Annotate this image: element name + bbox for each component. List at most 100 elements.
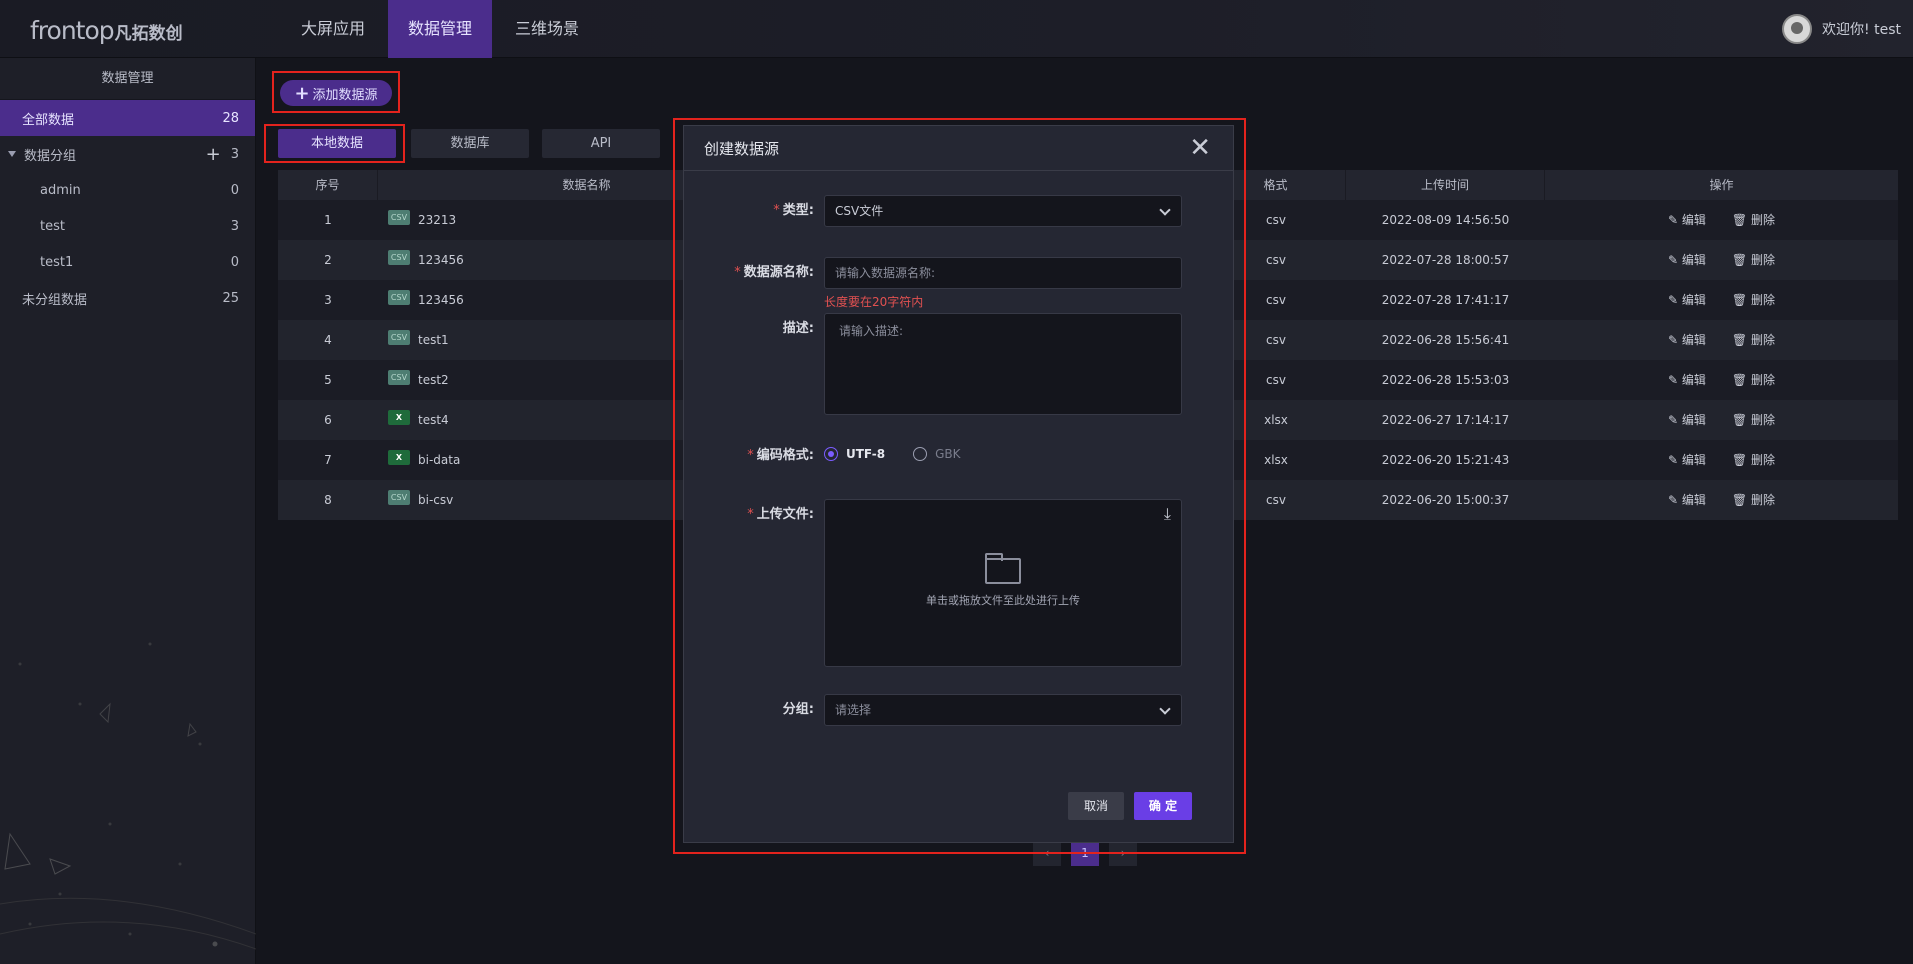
col-ops: 操作 bbox=[1709, 178, 1734, 192]
sidebar-item-count: 28 bbox=[222, 110, 239, 126]
type-value: CSV文件 bbox=[835, 204, 884, 218]
chevron-down-icon bbox=[1159, 703, 1171, 715]
row-number: 8 bbox=[324, 493, 332, 507]
radio-label: GBK bbox=[935, 446, 961, 461]
trash-icon: 🗑 bbox=[1731, 213, 1748, 227]
upload-label: * 上传文件: bbox=[747, 507, 814, 522]
add-group-icon[interactable]: + bbox=[206, 144, 221, 165]
delete-button[interactable]: 🗑 删除 bbox=[1732, 360, 1775, 400]
row-number: 2 bbox=[324, 253, 332, 267]
cancel-button[interactable]: 取消 bbox=[1068, 792, 1124, 820]
row-time: 2022-08-09 14:56:50 bbox=[1381, 213, 1510, 227]
tab-api[interactable]: API bbox=[542, 129, 660, 158]
sidebar-item-test1[interactable]: test1 0 bbox=[0, 244, 255, 280]
csv-file-icon: CSV bbox=[388, 209, 410, 225]
chevron-down-icon bbox=[1159, 204, 1171, 216]
edit-button[interactable]: ✎ 编辑 bbox=[1668, 280, 1706, 320]
pencil-icon: ✎ bbox=[1668, 293, 1679, 307]
delete-button[interactable]: 🗑 删除 bbox=[1732, 400, 1775, 440]
confirm-button[interactable]: 确 定 bbox=[1134, 792, 1192, 820]
add-datasource-highlight: + 添加数据源 bbox=[272, 71, 400, 113]
nav-data-management[interactable]: 数据管理 bbox=[388, 0, 493, 58]
group-label: 分组: bbox=[782, 702, 814, 717]
trash-icon: 🗑 bbox=[1731, 413, 1748, 427]
edit-button[interactable]: ✎ 编辑 bbox=[1668, 440, 1706, 480]
download-icon[interactable]: ⤓ bbox=[1164, 504, 1171, 524]
avatar[interactable] bbox=[1782, 14, 1813, 44]
type-select[interactable]: CSV文件 bbox=[824, 195, 1182, 227]
row-number: 7 bbox=[324, 453, 332, 467]
row-time: 2022-06-28 15:53:03 bbox=[1381, 373, 1510, 387]
delete-button[interactable]: 🗑 删除 bbox=[1732, 440, 1775, 480]
description-textarea[interactable]: 请输入描述: bbox=[824, 313, 1182, 415]
sidebar-item-test[interactable]: test 3 bbox=[0, 208, 255, 244]
delete-button[interactable]: 🗑 删除 bbox=[1732, 200, 1775, 240]
encoding-gbk-radio[interactable]: GBK bbox=[913, 446, 961, 461]
delete-button[interactable]: 🗑 删除 bbox=[1732, 280, 1775, 320]
pencil-icon: ✎ bbox=[1668, 213, 1679, 227]
csv-file-icon: CSV bbox=[388, 369, 410, 385]
delete-button[interactable]: 🗑 删除 bbox=[1732, 480, 1775, 520]
tab-database[interactable]: 数据库 bbox=[411, 129, 529, 158]
name-error-text: 长度要在20字符内 bbox=[824, 295, 924, 309]
name-row: * 数据源名称: 请输入数据源名称: 长度要在20字符内 bbox=[684, 257, 1182, 310]
sidebar-item-label: 全部数据 bbox=[22, 112, 75, 128]
edit-button[interactable]: ✎ 编辑 bbox=[1668, 320, 1706, 360]
radio-selected-icon bbox=[824, 446, 838, 461]
trash-icon: 🗑 bbox=[1731, 493, 1748, 507]
dialog-title: 创建数据源 bbox=[704, 139, 780, 158]
desc-row: 描述: 请输入描述: bbox=[684, 313, 1182, 415]
csv-file-icon: CSV bbox=[388, 249, 410, 265]
row-number: 4 bbox=[324, 333, 332, 347]
row-name: 23213 bbox=[418, 213, 457, 227]
sidebar-item-count: 3 bbox=[230, 218, 239, 234]
group-select[interactable]: 请选择 bbox=[824, 694, 1182, 726]
sidebar-item-label: admin bbox=[40, 182, 81, 198]
row-number: 1 bbox=[324, 213, 332, 227]
excel-file-icon: X bbox=[388, 409, 410, 425]
row-time: 2022-06-28 15:56:41 bbox=[1381, 333, 1510, 347]
user-menu[interactable]: 欢迎你! test bbox=[1782, 14, 1901, 44]
row-time: 2022-07-28 17:41:17 bbox=[1381, 293, 1510, 307]
nav-3d-scene[interactable]: 三维场景 bbox=[500, 0, 594, 58]
encoding-row: * 编码格式: UTF-8 GBK bbox=[684, 444, 989, 463]
sidebar-item-all[interactable]: 全部数据 28 bbox=[0, 100, 255, 136]
sidebar-item-ungrouped[interactable]: 未分组数据 25 bbox=[0, 280, 255, 316]
logo-text: frontop bbox=[30, 16, 115, 45]
row-actions: ✎ 编辑 🗑 删除 bbox=[1545, 200, 1898, 240]
csv-file-icon: CSV bbox=[388, 489, 410, 505]
sidebar-item-count: 25 bbox=[222, 290, 239, 306]
row-actions: ✎ 编辑 🗑 删除 bbox=[1545, 320, 1898, 360]
row-actions: ✎ 编辑 🗑 删除 bbox=[1545, 280, 1898, 320]
type-row: * 类型: CSV文件 bbox=[684, 195, 1182, 227]
trash-icon: 🗑 bbox=[1731, 333, 1748, 347]
encoding-utf8-radio[interactable]: UTF-8 bbox=[824, 446, 885, 461]
trash-icon: 🗑 bbox=[1731, 373, 1748, 387]
sidebar-item-admin[interactable]: admin 0 bbox=[0, 172, 255, 208]
pencil-icon: ✎ bbox=[1668, 493, 1679, 507]
desc-label: 描述: bbox=[782, 321, 814, 336]
row-time: 2022-07-28 18:00:57 bbox=[1381, 253, 1510, 267]
folder-icon bbox=[985, 553, 1021, 584]
nav-big-screen[interactable]: 大屏应用 bbox=[286, 0, 380, 58]
upload-dropzone[interactable]: ⤓ 单击或拖放文件至此处进行上传 bbox=[824, 499, 1182, 667]
caret-down-icon[interactable] bbox=[8, 151, 16, 157]
row-name: 123456 bbox=[418, 293, 464, 307]
row-name: test4 bbox=[418, 413, 449, 427]
add-datasource-button[interactable]: + 添加数据源 bbox=[280, 80, 392, 106]
delete-button[interactable]: 🗑 删除 bbox=[1732, 320, 1775, 360]
edit-button[interactable]: ✎ 编辑 bbox=[1668, 480, 1706, 520]
delete-button[interactable]: 🗑 删除 bbox=[1732, 240, 1775, 280]
edit-button[interactable]: ✎ 编辑 bbox=[1668, 240, 1706, 280]
edit-button[interactable]: ✎ 编辑 bbox=[1668, 200, 1706, 240]
row-time: 2022-06-20 15:21:43 bbox=[1381, 453, 1510, 467]
name-label: * 数据源名称: bbox=[734, 265, 814, 280]
edit-button[interactable]: ✎ 编辑 bbox=[1668, 360, 1706, 400]
sidebar-decoration bbox=[0, 642, 256, 950]
sidebar-item-count: 0 bbox=[230, 254, 239, 270]
close-icon[interactable]: ✕ bbox=[1189, 135, 1211, 161]
sidebar-item-group[interactable]: 数据分组 + 3 bbox=[0, 136, 255, 172]
edit-button[interactable]: ✎ 编辑 bbox=[1668, 400, 1706, 440]
tab-local-data[interactable]: 本地数据 bbox=[278, 129, 396, 158]
datasource-name-input[interactable]: 请输入数据源名称: bbox=[824, 257, 1182, 289]
